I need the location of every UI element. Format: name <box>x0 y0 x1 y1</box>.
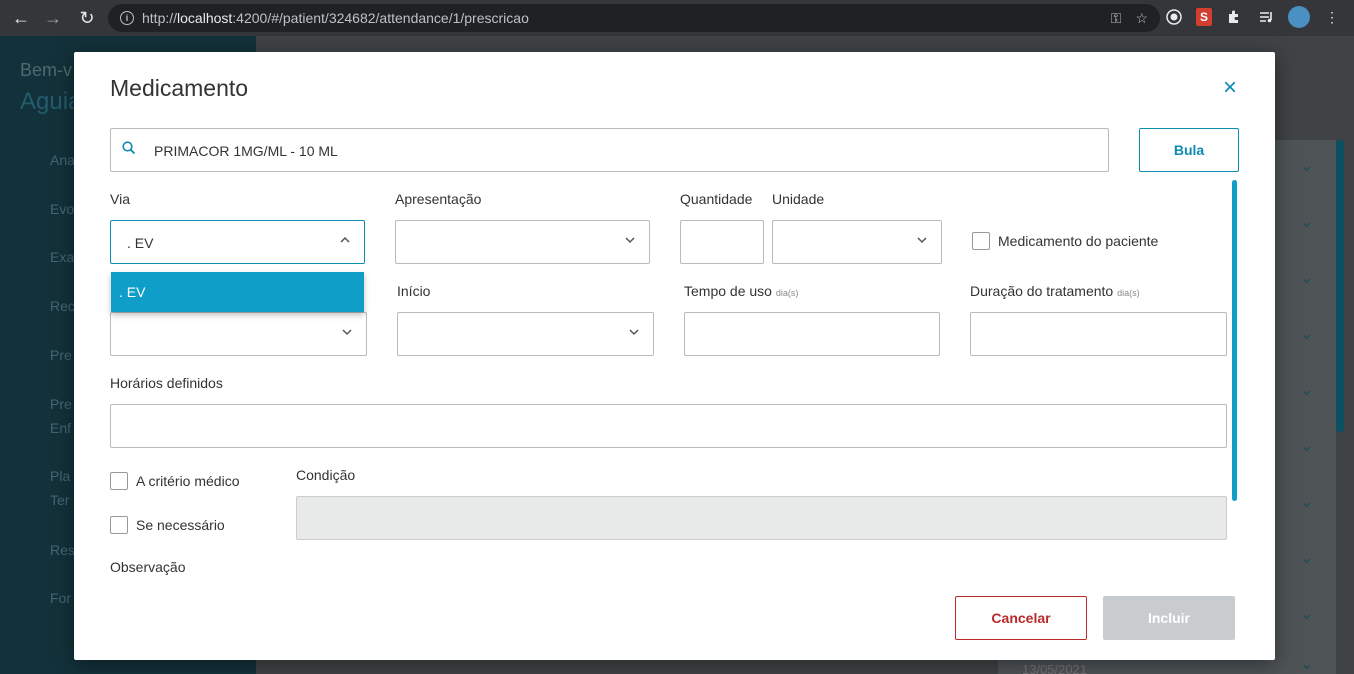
observacao-label: Observação <box>110 559 186 575</box>
menu-icon[interactable]: ⋮ <box>1322 7 1342 27</box>
frequencia-select[interactable] <box>110 312 367 356</box>
medicamento-paciente-label: Medicamento do paciente <box>998 233 1159 249</box>
record-extension-icon[interactable] <box>1164 7 1184 27</box>
forward-icon[interactable]: → <box>38 0 68 36</box>
cancel-button[interactable]: Cancelar <box>955 596 1087 640</box>
tempo-uso-input[interactable] <box>684 312 940 356</box>
duracao-input[interactable] <box>970 312 1227 356</box>
quantidade-input[interactable] <box>680 220 764 264</box>
via-label: Via <box>110 191 130 207</box>
media-control-icon[interactable] <box>1256 7 1276 27</box>
quantidade-label: Quantidade <box>680 191 753 207</box>
medicamento-dialog: Medicamento × PRIMACOR 1MG/ML - 10 ML Bu… <box>74 52 1275 660</box>
profile-avatar[interactable] <box>1288 6 1310 28</box>
address-bar[interactable]: i http://localhost:4200/#/patient/324682… <box>108 4 1160 32</box>
star-icon[interactable]: ☆ <box>1135 10 1148 27</box>
back-icon[interactable]: ← <box>6 0 36 36</box>
via-option[interactable]: . EV <box>119 284 145 300</box>
inicio-select[interactable] <box>397 312 654 356</box>
via-select[interactable]: . EV <box>110 220 365 264</box>
tempo-uso-text: Tempo de uso <box>684 283 772 299</box>
bula-button[interactable]: Bula <box>1139 128 1239 172</box>
tempo-uso-label: Tempo de uso dia(s) <box>684 283 798 299</box>
apresentacao-label: Apresentação <box>395 191 482 207</box>
condicao-input <box>296 496 1227 540</box>
search-value: PRIMACOR 1MG/ML - 10 ML <box>154 143 338 159</box>
se-necessario-label: Se necessário <box>136 517 225 533</box>
chevron-down-icon <box>917 237 927 244</box>
via-dropdown-menu: . EV <box>111 272 364 312</box>
dialog-title: Medicamento <box>110 75 249 101</box>
condicao-label: Condição <box>296 467 356 483</box>
chevron-down-icon <box>629 329 639 336</box>
unidade-label: Unidade <box>772 191 825 207</box>
criterio-medico-checkbox[interactable] <box>110 472 128 490</box>
tempo-uso-unit: dia(s) <box>775 288 799 298</box>
s-extension-icon[interactable]: S <box>1196 8 1212 26</box>
info-icon[interactable]: i <box>120 11 134 25</box>
criterio-medico-label: A critério médico <box>136 473 240 489</box>
chevron-down-icon <box>625 237 635 244</box>
reload-icon[interactable]: ↻ <box>72 0 102 36</box>
incluir-button: Incluir <box>1103 596 1235 640</box>
duracao-text: Duração do tratamento <box>970 283 1114 299</box>
url-prefix: http:// <box>142 10 178 26</box>
se-necessario-checkbox[interactable] <box>110 516 128 534</box>
search-icon <box>122 141 136 155</box>
puzzle-icon[interactable] <box>1224 7 1244 27</box>
medication-search-input[interactable]: PRIMACOR 1MG/ML - 10 ML <box>110 128 1109 172</box>
url-host: localhost <box>177 10 233 26</box>
horarios-label: Horários definidos <box>110 375 223 391</box>
inicio-label: Início <box>397 283 431 299</box>
chevron-down-icon <box>342 329 352 336</box>
apresentacao-select[interactable] <box>395 220 650 264</box>
key-icon[interactable]: ⚿ <box>1111 10 1122 27</box>
chevron-up-icon <box>340 236 350 243</box>
dialog-scrollbar[interactable] <box>1232 180 1237 501</box>
horarios-input[interactable] <box>110 404 1227 448</box>
url-path: :4200/#/patient/324682/attendance/1/pres… <box>232 10 529 26</box>
duracao-label: Duração do tratamento dia(s) <box>970 283 1140 299</box>
duracao-unit: dia(s) <box>1117 288 1140 298</box>
browser-toolbar: ← → ↻ i http://localhost:4200/#/patient/… <box>0 0 1354 36</box>
close-icon[interactable]: × <box>1220 76 1240 100</box>
via-selected-value: . EV <box>127 235 154 251</box>
unidade-select[interactable] <box>772 220 942 264</box>
medicamento-paciente-checkbox[interactable] <box>972 232 990 250</box>
